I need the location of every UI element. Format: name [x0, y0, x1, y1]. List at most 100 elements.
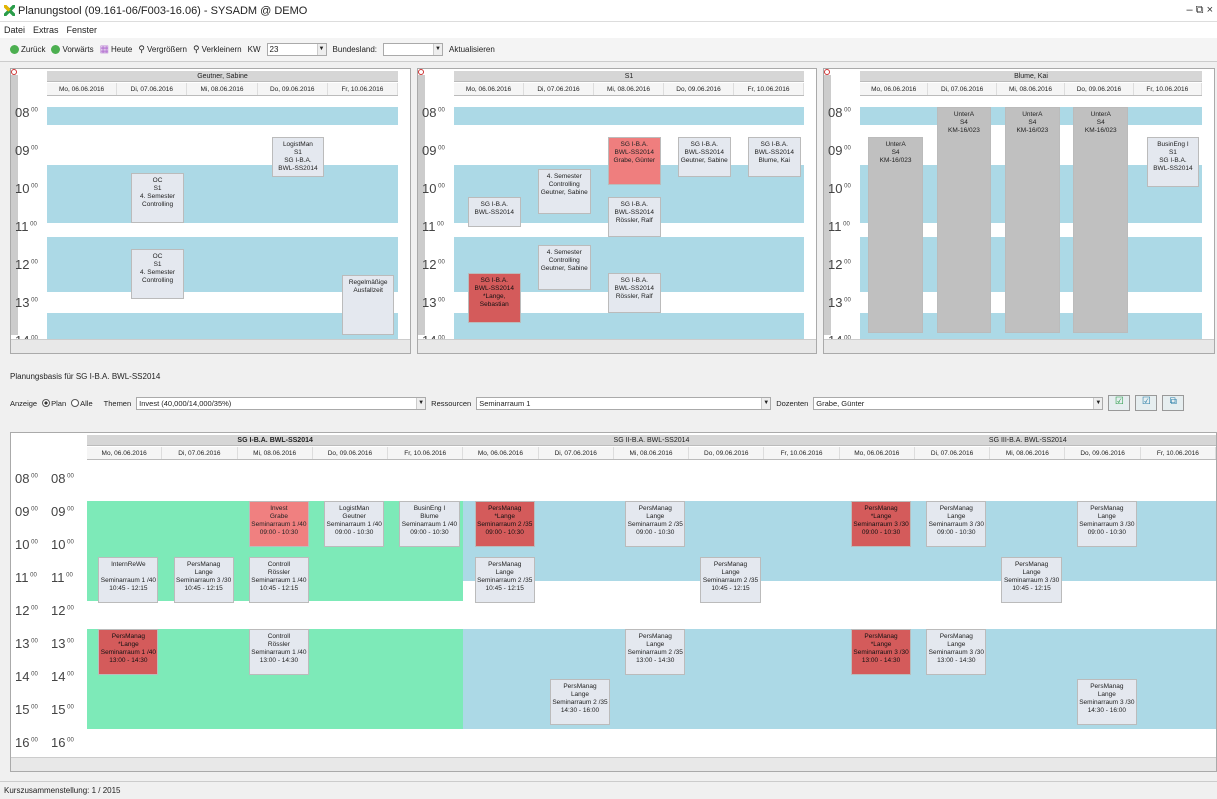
forward-button[interactable]: Vorwärts [51, 45, 94, 54]
horizontal-scrollbar[interactable] [11, 757, 1216, 771]
hour-label: 11 00 [15, 570, 37, 585]
event-card[interactable]: SG I-B.A. BWL-SS2014 Grabe, Günter [608, 137, 661, 185]
event-card[interactable]: OC S1 4. Semester Controlling [131, 173, 184, 223]
event-card[interactable]: UnterA S4 KM-16/023 [1005, 107, 1060, 333]
hour-value: 11 [828, 219, 842, 234]
hour-label: 09 00 [828, 143, 851, 158]
kw-select[interactable]: 23 ▼ [266, 43, 327, 56]
event-card[interactable]: Invest Grabe Seminarraum 1 /40 09:00 - 1… [248, 501, 310, 547]
copy-button[interactable]: ⧉ [1162, 395, 1185, 411]
event-card[interactable]: 4. Semester Controlling Geutner, Sabine [538, 245, 591, 290]
event-card[interactable]: Regelmäßige Ausfallzeit [341, 275, 395, 335]
chevron-down-icon: ▼ [416, 397, 426, 409]
zoom-in-button[interactable]: ⚲ Vergrößern [138, 44, 187, 55]
event-card[interactable]: BusinEng I Blume Seminarraum 1 /40 09:00… [399, 501, 460, 547]
event-card[interactable]: PersManag Lange Seminarraum 3 /30 13:00 … [926, 629, 987, 675]
alle-radio[interactable]: Alle [71, 399, 93, 408]
hour-value: 10 [51, 537, 66, 552]
state-select[interactable]: ▼ [383, 43, 444, 56]
minute-label: 00 [29, 539, 38, 546]
window-controls[interactable]: – ⧉ × [1186, 4, 1213, 17]
event-card[interactable]: 4. Semester Controlling Geutner, Sabine [538, 169, 591, 214]
menu-extras[interactable]: Extras [33, 25, 59, 35]
event-card[interactable]: SG I-B.A. BWL-SS2014 Blume, Kai [748, 137, 801, 177]
dozenten-select[interactable]: Grabe, Günter ▼ [813, 396, 1104, 410]
event-card[interactable]: UnterA S4 KM-16/023 [1073, 107, 1129, 333]
event-card[interactable]: UnterA S4 KM-16/023 [868, 137, 923, 333]
event-card[interactable]: PersManag Lange Seminarraum 2 /35 13:00 … [625, 629, 686, 675]
event-card[interactable]: PersManag *Lange Seminarraum 3 /30 13:00… [850, 629, 912, 675]
event-card[interactable]: BusinEng I S1 SG I-B.A. BWL-SS2014 [1147, 137, 1199, 187]
menu-fenster[interactable]: Fenster [67, 25, 98, 35]
menu-datei[interactable]: Datei [4, 25, 25, 35]
plan-radio[interactable]: Plan [42, 399, 66, 408]
horizontal-scrollbar[interactable] [824, 339, 1214, 353]
hour-value: 12 [422, 257, 437, 272]
band-row [47, 107, 398, 125]
horizontal-scrollbar[interactable] [11, 339, 410, 353]
themen-select[interactable]: Invest (40,000/14,000/35%) ▼ [136, 396, 427, 410]
zoom-out-button[interactable]: ⚲ Verkleinern [193, 44, 242, 55]
event-card[interactable]: UnterA S4 KM-16/023 [936, 107, 992, 333]
event-card[interactable]: OC S1 4. Semester Controlling [131, 249, 184, 299]
hour-label: 09 00 [51, 504, 74, 519]
event-card[interactable]: PersManag Lange Seminarraum 2 /35 10:45 … [700, 557, 761, 603]
horizontal-scrollbar[interactable] [418, 339, 816, 353]
zoom-out-label: Verkleinern [201, 45, 242, 54]
event-card[interactable]: PersManag *Lange Seminarraum 3 /30 09:00… [850, 501, 912, 547]
event-card[interactable]: PersManag Lange Seminarraum 3 /30 09:00 … [1076, 501, 1137, 547]
event-card[interactable]: PersManag Lange Seminarraum 2 /35 10:45 … [474, 557, 535, 603]
event-card[interactable]: SG I-B.A. BWL-SS2014 [468, 197, 521, 227]
hour-label: 14 00 [51, 669, 74, 684]
event-card[interactable]: PersManag Lange Seminarraum 3 /30 10:45 … [173, 557, 234, 603]
back-button[interactable]: Zurück [10, 45, 45, 54]
event-card[interactable]: SG I-B.A. BWL-SS2014 Rössler, Ralf [608, 273, 661, 313]
day-header: Mo, 06.06.2016 Di, 07.06.2016 Mi, 08.06.20… [839, 447, 1216, 460]
back-icon [10, 45, 19, 54]
event-card[interactable]: SG I-B.A. BWL-SS2014 *Lange, Sebastian [468, 273, 521, 323]
ressourcen-select[interactable]: Seminarraum 1 ▼ [476, 396, 772, 410]
hour-value: 12 [15, 257, 30, 272]
refresh-button[interactable]: Aktualisieren [449, 45, 495, 54]
hour-value: 08 [422, 105, 437, 120]
hour-label: 16 00 [15, 735, 38, 750]
minute-label: 00 [842, 297, 851, 304]
day-header-cell: Mo, 06.06.2016 [860, 83, 929, 95]
event-card[interactable]: PersManag Lange Seminarraum 3 /30 10:45 … [1001, 557, 1062, 603]
event-card[interactable]: PersManag *Lange Seminarraum 2 /35 09:00… [474, 501, 535, 547]
event-card[interactable]: PersManag Lange Seminarraum 3 /30 09:00 … [926, 501, 987, 547]
event-card[interactable]: InternReWe Seminarraum 1 /40 10:45 - 12:… [98, 557, 159, 603]
day-header: Mo, 06.06.2016 Di, 07.06.2016 Mi, 08.06.20… [463, 447, 840, 460]
hour-value: 08 [828, 105, 843, 120]
event-card[interactable]: PersManag Lange Seminarraum 2 /35 09:00 … [625, 501, 686, 547]
hour-label: 11 00 [15, 219, 37, 234]
day-header-cell: Mo, 06.06.2016 [463, 447, 539, 459]
hour-label: 08 00 [51, 471, 74, 486]
event-card[interactable]: LogistMan Geutner Seminarraum 1 /40 09:0… [324, 501, 385, 547]
event-card[interactable]: SG I-B.A. BWL-SS2014 Geutner, Sabine [678, 137, 731, 177]
hour-label: 09 00 [15, 504, 38, 519]
panel-title: Geutner, Sabine [47, 71, 398, 82]
hour-value: 14 [15, 669, 30, 684]
event-card[interactable]: LogistMan S1 SG I-B.A. BWL-SS2014 [271, 137, 325, 177]
event-card[interactable]: PersManag Lange Seminarraum 3 /30 14:30 … [1076, 679, 1137, 725]
back-label: Zurück [21, 45, 46, 54]
day-header: Mo, 06.06.2016 Di, 07.06.2016 Mi, 08.06.20… [454, 83, 804, 96]
event-card[interactable]: PersManag Lange Seminarraum 2 /35 14:30 … [549, 679, 611, 725]
event-card[interactable]: SG I-B.A. BWL-SS2014 Rössler, Ralf [608, 197, 661, 237]
hour-label: 14 00 [15, 669, 38, 684]
hour-label: 11 00 [51, 570, 73, 585]
forward-label: Vorwärts [62, 45, 94, 54]
confirm-button[interactable]: ☑ [1108, 395, 1131, 411]
hour-value: 16 [51, 735, 66, 750]
hour-label: 12 00 [15, 603, 38, 618]
hour-label: 13 00 [828, 295, 851, 310]
event-card[interactable]: PersManag *Lange Seminarraum 1 /40 13:00… [98, 629, 159, 675]
edit-button[interactable]: ☑ [1135, 395, 1158, 411]
today-button[interactable]: ▦ Heute [100, 44, 133, 55]
group-title: SG I-B.A. BWL-SS2014 [87, 435, 464, 446]
hour-value: 13 [422, 295, 437, 310]
event-card[interactable]: Controll Rössler Seminarraum 1 /40 10:45… [248, 557, 310, 603]
forward-icon [51, 45, 61, 54]
event-card[interactable]: Controll Rössler Seminarraum 1 /40 13:00… [248, 629, 310, 675]
